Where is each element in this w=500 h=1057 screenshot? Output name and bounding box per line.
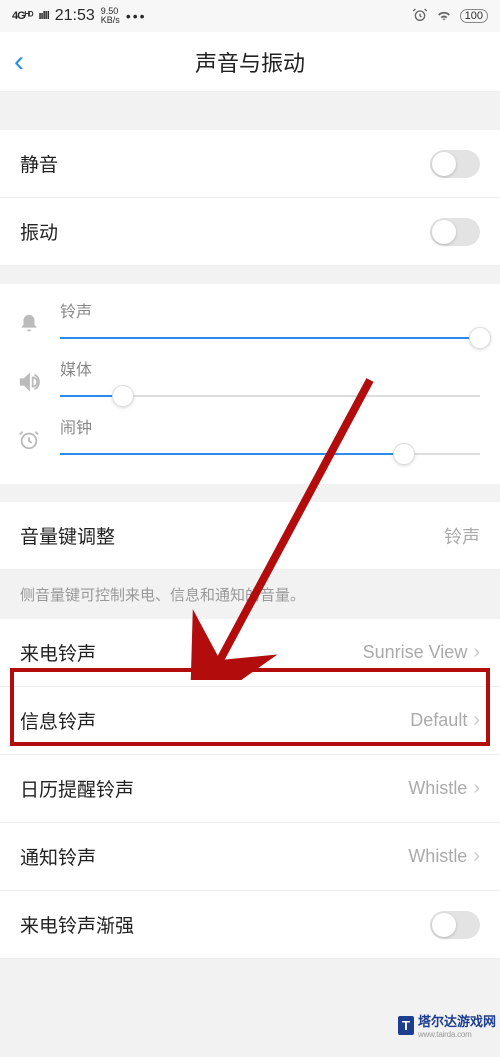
alarm-slider-label: 闹钟 <box>60 414 480 438</box>
alarm-slider-row: 闹钟 <box>14 414 480 466</box>
watermark-name: 塔尔达游戏网 <box>418 1014 496 1029</box>
vibrate-toggle[interactable] <box>430 218 480 246</box>
ringtone-slider-row: 铃声 <box>14 298 480 350</box>
notification-ringtone-label: 通知铃声 <box>20 843 96 870</box>
media-slider-row: 媒体 <box>14 356 480 408</box>
watermark-logo: T <box>398 1016 414 1035</box>
chevron-right-icon: › <box>473 845 480 868</box>
volume-key-value: 铃声 <box>444 523 480 549</box>
watermark-url: www.tairda.com <box>418 1030 496 1039</box>
ringtone-slider[interactable] <box>60 326 480 350</box>
net-speed: 9.50KB/s <box>101 7 120 25</box>
crescendo-label: 来电铃声渐强 <box>20 911 134 938</box>
call-ringtone-label: 来电铃声 <box>20 639 96 666</box>
crescendo-row[interactable]: 来电铃声渐强 <box>0 891 500 959</box>
alarm-icon <box>412 7 428 26</box>
call-ringtone-value: Sunrise View› <box>363 641 480 664</box>
page-title: 声音与振动 <box>195 46 305 78</box>
ringtone-slider-label: 铃声 <box>60 298 480 322</box>
volume-sliders: 铃声 媒体 闹钟 <box>0 284 500 484</box>
calendar-ringtone-label: 日历提醒铃声 <box>20 775 134 802</box>
watermark: T 塔尔达游戏网 www.tairda.com <box>398 1011 496 1039</box>
status-bar: 4Gᴴᴰ ıılll 21:53 9.50KB/s ••• 100 <box>0 0 500 32</box>
crescendo-toggle[interactable] <box>430 911 480 939</box>
vibrate-row[interactable]: 振动 <box>0 198 500 266</box>
wifi-icon <box>436 8 452 25</box>
volume-key-hint: 侧音量键可控制来电、信息和通知的音量。 <box>0 570 500 619</box>
signal-bars-icon: ıılll <box>38 10 48 22</box>
calendar-ringtone-value: Whistle› <box>408 777 480 800</box>
message-ringtone-row[interactable]: 信息铃声 Default› <box>0 687 500 755</box>
message-ringtone-label: 信息铃声 <box>20 707 96 734</box>
calendar-ringtone-row[interactable]: 日历提醒铃声 Whistle› <box>0 755 500 823</box>
more-icon: ••• <box>126 8 147 24</box>
status-left: 4Gᴴᴰ ıılll 21:53 9.50KB/s ••• <box>12 7 147 25</box>
message-ringtone-value: Default› <box>410 709 480 732</box>
chevron-right-icon: › <box>473 777 480 800</box>
mute-label: 静音 <box>20 150 58 177</box>
media-slider-label: 媒体 <box>60 356 480 380</box>
status-time: 21:53 <box>55 7 95 25</box>
chevron-right-icon: › <box>473 709 480 732</box>
back-button[interactable]: ‹ <box>14 45 24 79</box>
volume-key-row[interactable]: 音量键调整 铃声 <box>0 502 500 570</box>
alarm-slider[interactable] <box>60 442 480 466</box>
clock-icon <box>14 429 44 451</box>
media-slider[interactable] <box>60 384 480 408</box>
vibrate-label: 振动 <box>20 218 58 245</box>
call-ringtone-row[interactable]: 来电铃声 Sunrise View› <box>0 619 500 687</box>
status-right: 100 <box>412 7 488 26</box>
notification-ringtone-value: Whistle› <box>408 845 480 868</box>
volume-key-label: 音量键调整 <box>20 522 115 549</box>
notification-ringtone-row[interactable]: 通知铃声 Whistle› <box>0 823 500 891</box>
header: ‹ 声音与振动 <box>0 32 500 92</box>
battery-icon: 100 <box>460 9 488 23</box>
network-type: 4Gᴴᴰ <box>12 10 32 22</box>
mute-toggle[interactable] <box>430 150 480 178</box>
mute-row[interactable]: 静音 <box>0 130 500 198</box>
bell-icon <box>14 313 44 335</box>
chevron-right-icon: › <box>473 641 480 664</box>
speaker-icon <box>14 371 44 393</box>
